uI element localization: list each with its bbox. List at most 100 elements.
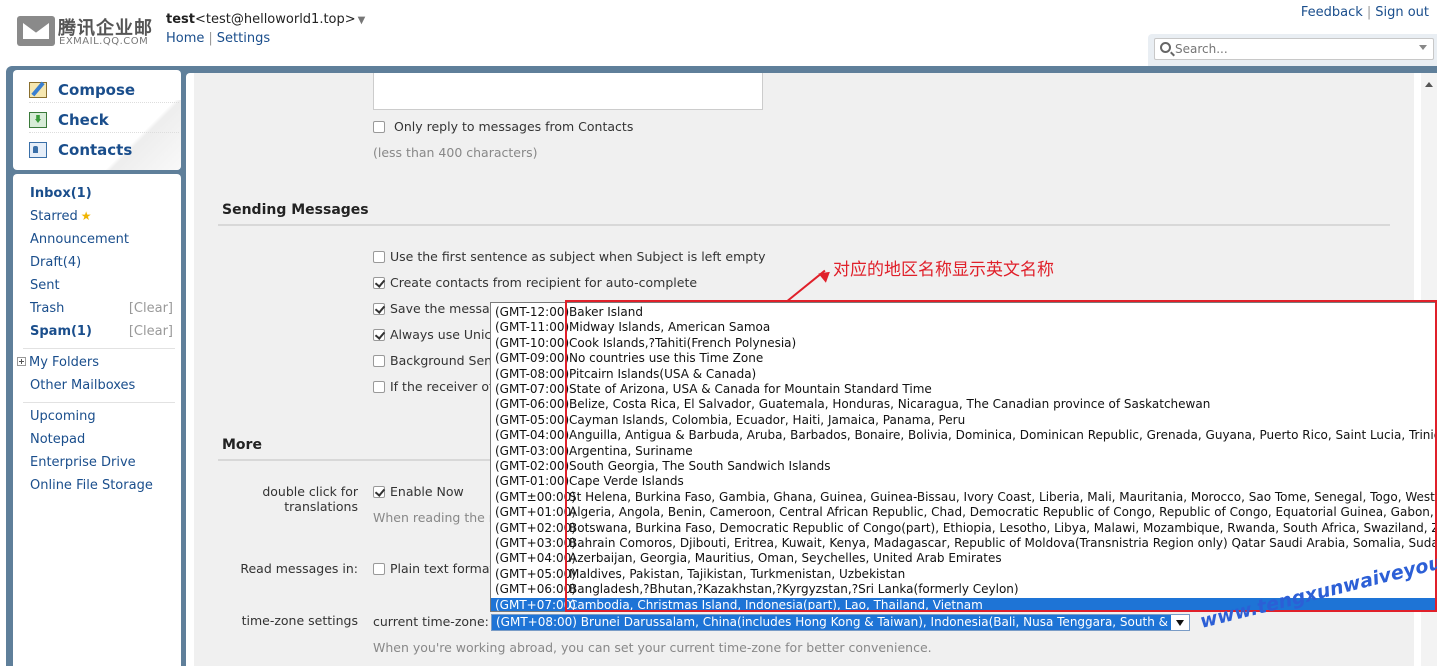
only-reply-contacts-checkbox[interactable] [373, 121, 385, 133]
chevron-down-icon[interactable] [1171, 615, 1189, 630]
time-zone-region: Azerbaijan, Georgia, Mauritius, Oman, Se… [569, 551, 1002, 566]
time-zone-offset: (GMT-12:00) [495, 305, 570, 319]
sidebar-item-my-folders[interactable]: My Folders [17, 355, 99, 370]
time-zone-offset: (GMT+05:00) [495, 566, 576, 581]
time-zone-region: Algeria, Angola, Benin, Cameroon, Centra… [569, 505, 1437, 520]
feedback-link[interactable]: Feedback [1301, 5, 1363, 20]
divider [23, 348, 175, 349]
time-zone-dropdown-list[interactable]: (GMT-12:00)Baker Island (GMT-11:00)Midway… [490, 302, 1437, 612]
time-zone-option[interactable]: (GMT-01:00)Cape Verde Islands [491, 474, 1436, 489]
create-contacts-checkbox[interactable] [373, 277, 385, 289]
save-messages-label: Save the messag [390, 301, 498, 316]
annotation-text: 对应的地区名称显示英文名称 [833, 260, 1054, 280]
time-zone-offset: (GMT+07:00) [495, 597, 576, 612]
time-zone-offset: (GMT-05:00) [495, 412, 570, 427]
current-time-zone-label: current time-zone: [373, 614, 489, 629]
search-input[interactable] [1175, 41, 1415, 57]
contacts-icon [29, 142, 47, 158]
save-messages-checkbox[interactable] [373, 303, 385, 315]
compose-button[interactable]: Compose [29, 77, 179, 103]
search-box[interactable] [1154, 38, 1434, 60]
time-zone-option[interactable]: (GMT-08:00)Pitcairn Islands(USA & Canada… [491, 366, 1436, 382]
sidebar-item-upcoming[interactable]: Upcoming [30, 409, 96, 424]
account-name: test [166, 12, 195, 27]
folder-nav: Inbox(1) Starred ★ Announcement Draft(4) … [13, 174, 181, 666]
time-zone-option[interactable]: (GMT-05:00)Cayman Islands, Colombia, Ecu… [491, 412, 1436, 428]
sign-out-link[interactable]: Sign out [1375, 5, 1429, 20]
sidebar-item-trash[interactable]: Trash [30, 301, 64, 316]
time-zone-option[interactable]: (GMT-04:00)Anguilla, Antigua & Barbuda, … [491, 428, 1436, 443]
settings-link[interactable]: Settings [217, 31, 270, 46]
time-zone-region: Midway Islands, American Samoa [569, 320, 771, 335]
time-zone-region: Cambodia, Christmas Island, Indonesia(pa… [569, 597, 983, 612]
sidebar-item-announcement[interactable]: Announcement [30, 232, 129, 247]
time-zone-offset: (GMT+04:00) [495, 551, 576, 566]
time-zone-region: Pitcairn Islands(USA & Canada) [569, 366, 757, 381]
more-title: More [222, 437, 262, 453]
time-zone-option[interactable]: (GMT+05:00)Maldives, Pakistan, Tajikista… [491, 566, 1436, 582]
compose-label: Compose [58, 81, 136, 99]
expand-plus-icon[interactable] [17, 357, 26, 366]
sidebar-item-draft[interactable]: Draft(4) [30, 255, 81, 270]
time-zone-region: Cook Islands,?Tahiti(French Polynesia) [569, 335, 797, 350]
sidebar-item-notepad[interactable]: Notepad [30, 432, 85, 447]
sidebar-item-sent[interactable]: Sent [30, 278, 60, 293]
only-reply-contacts-label: Only reply to messages from Contacts [394, 119, 634, 134]
sidebar-item-other-mailboxes[interactable]: Other Mailboxes [30, 378, 135, 393]
time-zone-option[interactable]: (GMT-11:00)Midway Islands, American Samo… [491, 320, 1436, 335]
always-unicode-checkbox[interactable] [373, 329, 385, 341]
time-zone-option[interactable]: (GMT-02:00)South Georgia, The South Sand… [491, 459, 1436, 474]
first-sentence-subject-checkbox[interactable] [373, 251, 385, 263]
account-email: <test@helloworld1.top> [194, 12, 356, 27]
sidebar-item-enterprise-drive[interactable]: Enterprise Drive [30, 455, 136, 470]
time-zone-offset: (GMT-02:00) [495, 459, 570, 473]
contacts-label: Contacts [58, 141, 133, 159]
account-menu[interactable]: test<test@helloworld1.top> ▼ [166, 12, 365, 27]
time-zone-option[interactable]: (GMT-10:00)Cook Islands,?Tahiti(French P… [491, 335, 1436, 351]
create-contacts-label: Create contacts from recipient for auto-… [390, 275, 698, 290]
contacts-button[interactable]: Contacts [29, 137, 179, 163]
time-zone-offset: (GMT-10:00) [495, 335, 570, 350]
time-zone-option[interactable]: (GMT-09:00)No countries use this Time Zo… [491, 351, 1436, 366]
home-link[interactable]: Home [166, 31, 204, 46]
chevron-down-icon[interactable]: ▼ [358, 15, 366, 26]
time-zone-option[interactable]: (GMT-12:00)Baker Island [491, 305, 1436, 320]
time-zone-option[interactable]: (GMT+03:00)Bahrain Comoros, Djibouti, Er… [491, 536, 1436, 551]
time-zone-option[interactable]: (GMT-06:00)Belize, Costa Rica, El Salvad… [491, 397, 1436, 412]
time-zone-option[interactable]: (GMT+02:00)Botswana, Burkina Faso, Democ… [491, 521, 1436, 536]
time-zone-region: Baker Island [569, 305, 643, 319]
sidebar: Compose Check Contacts Inbox(1) Starred ★… [13, 70, 181, 666]
time-zone-region: Cape Verde Islands [569, 474, 684, 489]
sidebar-item-starred[interactable]: Starred ★ [30, 209, 92, 224]
time-zone-offset: (GMT-08:00) [495, 366, 570, 381]
clear-spam-link[interactable]: [Clear] [129, 324, 173, 339]
search-options-chevron-icon[interactable] [1419, 45, 1427, 50]
background-send-checkbox[interactable] [373, 355, 385, 367]
check-mail-button[interactable]: Check [29, 107, 179, 133]
plain-text-checkbox[interactable] [373, 563, 385, 575]
always-unicode-label: Always use Unicc [390, 327, 499, 342]
time-zone-option[interactable]: (GMT-03:00)Argentina, Suriname [491, 444, 1436, 459]
time-zone-region: Maldives, Pakistan, Tajikistan, Turkmeni… [569, 566, 906, 581]
auto-reply-textarea[interactable] [373, 73, 763, 110]
time-zone-region: No countries use this Time Zone [569, 351, 764, 366]
search-icon [1160, 42, 1171, 53]
clear-trash-link[interactable]: [Clear] [129, 301, 173, 316]
logo[interactable]: 腾讯企业邮 EXMAIL.QQ.COM [17, 14, 157, 50]
receiver-option-checkbox[interactable] [373, 381, 385, 393]
enable-translation-checkbox[interactable] [373, 486, 385, 498]
time-zone-option[interactable]: (GMT+04:00)Azerbaijan, Georgia, Mauritiu… [491, 551, 1436, 566]
time-zone-select[interactable]: (GMT+08:00) Brunei Darussalam, China(inc… [491, 614, 1190, 631]
sidebar-item-spam[interactable]: Spam(1) [30, 324, 92, 339]
time-zone-offset: (GMT-04:00) [495, 428, 570, 443]
time-zone-hint: When you're working abroad, you can set … [373, 640, 932, 655]
time-zone-option[interactable]: (GMT+01:00)Algeria, Angola, Benin, Camer… [491, 505, 1437, 520]
header-links: Home | Settings [166, 31, 271, 46]
check-label: Check [58, 111, 109, 129]
sidebar-item-online-file-storage[interactable]: Online File Storage [30, 478, 153, 493]
sidebar-item-inbox[interactable]: Inbox(1) [30, 186, 92, 201]
time-zone-option[interactable]: (GMT±00:00)St Helena, Burkina Faso, Gamb… [491, 490, 1436, 505]
time-zone-option[interactable]: (GMT-07:00)State of Arizona, USA & Canad… [491, 382, 1436, 397]
scroll-up-icon[interactable] [1425, 82, 1433, 87]
compose-icon [29, 82, 47, 98]
